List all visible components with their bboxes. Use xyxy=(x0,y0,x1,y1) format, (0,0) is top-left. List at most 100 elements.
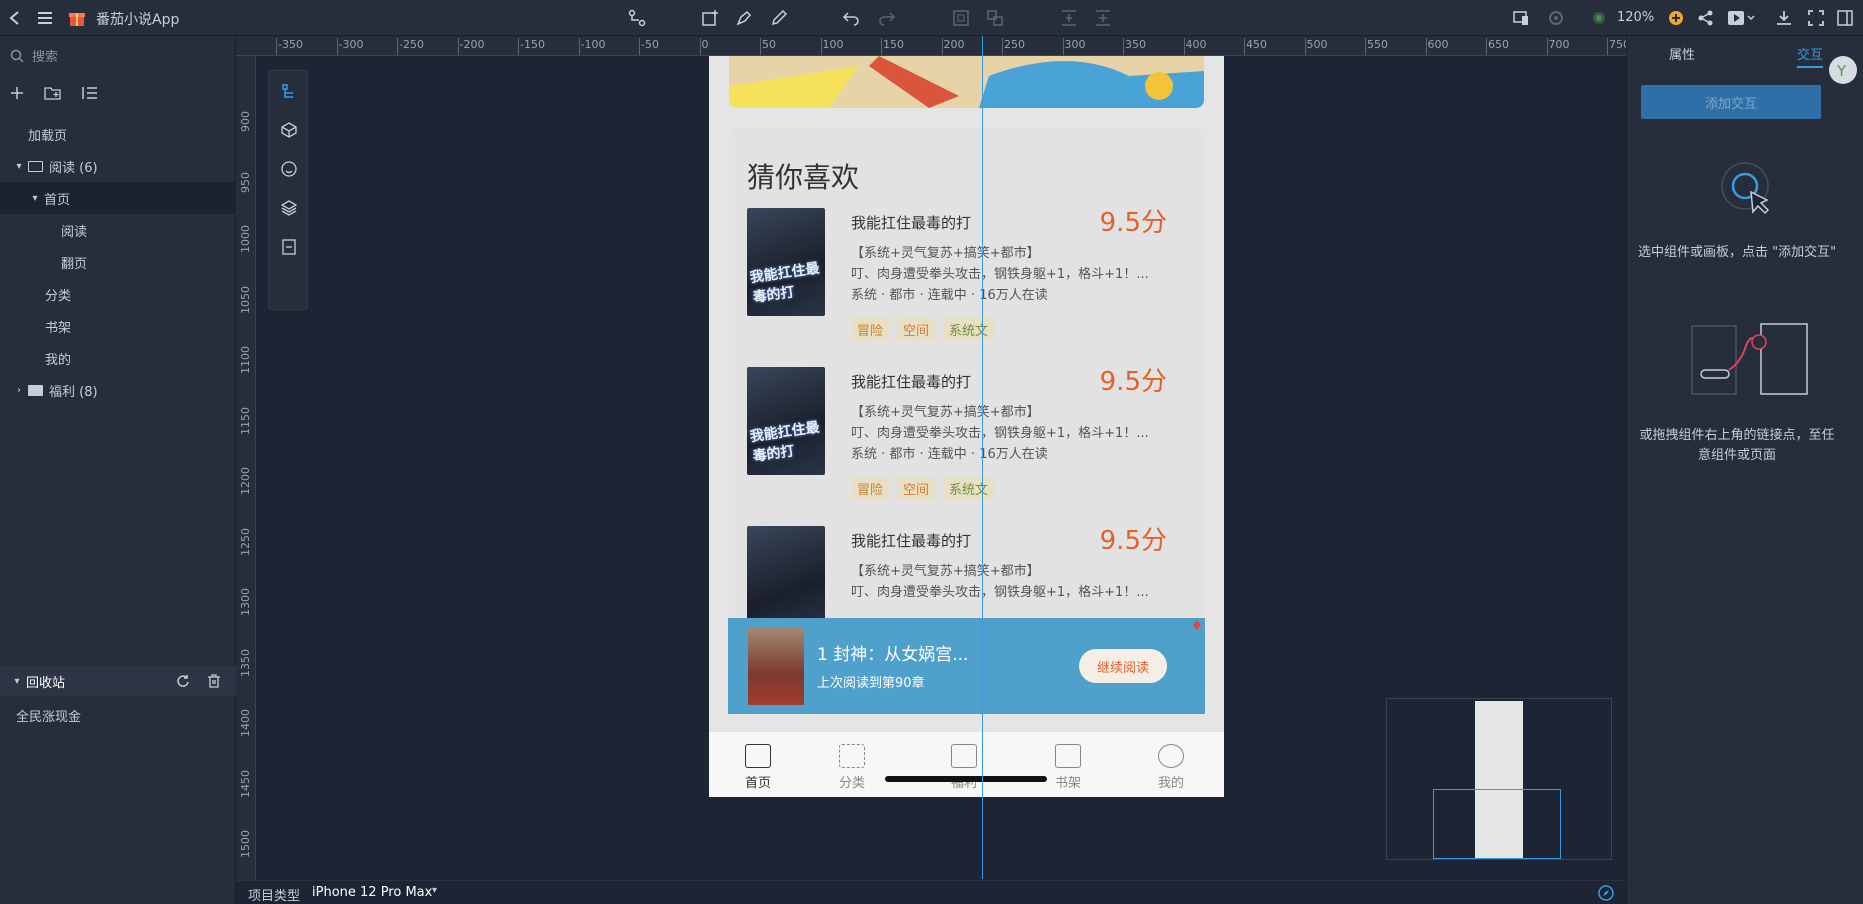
project-type-label: 项目类型 xyxy=(248,889,301,904)
menu-icon[interactable] xyxy=(36,7,54,29)
recycle-bin-header[interactable]: ▾ 回收站 xyxy=(0,666,236,696)
book-icon xyxy=(1055,744,1081,768)
search-icon xyxy=(10,49,24,63)
chevron-down-icon[interactable]: ▾ xyxy=(12,676,22,687)
tree-folder-welfare[interactable]: › 福利 (8) xyxy=(0,374,236,406)
trash-icon[interactable] xyxy=(207,674,221,688)
guide-line[interactable] xyxy=(982,36,983,879)
pencil-icon[interactable] xyxy=(770,7,788,29)
outline-icon[interactable] xyxy=(281,83,297,99)
tab-home[interactable]: 首页 xyxy=(728,744,788,791)
zoom-level[interactable]: 120% xyxy=(1617,10,1654,25)
ruler-tick: -350 xyxy=(276,38,303,55)
tag: 空间 xyxy=(897,477,936,500)
assistant-avatar-icon[interactable]: Y xyxy=(1827,54,1859,86)
search-box[interactable]: 搜索 xyxy=(10,46,58,65)
chevron-down-icon[interactable]: ▾ xyxy=(432,885,437,896)
distribute-horizontal-icon[interactable] xyxy=(1094,7,1112,29)
continue-reading-button[interactable]: 继续阅读 xyxy=(1079,649,1167,683)
connect-icon[interactable] xyxy=(628,7,646,29)
ruler-tick: 600 xyxy=(1425,38,1449,55)
tree-item-category[interactable]: 分类 xyxy=(0,278,236,310)
ruler-tick: -150 xyxy=(518,38,545,55)
tab-category[interactable]: 分类 xyxy=(822,744,882,791)
tab-label: 书架 xyxy=(1054,776,1081,791)
tree-item-home[interactable]: ▾ 首页 xyxy=(0,182,236,214)
tab-mine[interactable]: 我的 xyxy=(1141,744,1201,791)
continue-reading-bar[interactable]: 1 封神：从女娲宫... 上次阅读到第90章 继续阅读 xyxy=(728,618,1205,714)
chevron-right-icon[interactable]: › xyxy=(14,385,24,396)
ruler-tick: 750 xyxy=(1607,38,1626,55)
compass-icon[interactable] xyxy=(1598,885,1614,901)
distribute-vertical-icon[interactable] xyxy=(1060,7,1078,29)
phone-artboard[interactable]: 猜你喜欢 我能扛住最毒的打 我能扛住最毒的打 9.5分 【系统+灵气复苏+搞笑+… xyxy=(709,56,1224,797)
recycle-title: 回收站 xyxy=(26,675,66,691)
tree-item-flip[interactable]: 翻页 xyxy=(0,246,236,278)
chevron-down-icon[interactable]: ▾ xyxy=(14,161,24,172)
book-item[interactable]: 我能扛住最毒的打 我能扛住最毒的打 9.5分 【系统+灵气复苏+搞笑+都市】 叮… xyxy=(747,367,1187,507)
download-icon[interactable] xyxy=(1775,7,1793,29)
page-icon[interactable] xyxy=(281,239,297,255)
ruler-tick: 500 xyxy=(1304,38,1328,55)
panel-toggle-icon[interactable] xyxy=(1836,7,1854,29)
top-toolbar: 番茄小说App 120% xyxy=(0,0,1863,36)
canvas-tool-panel xyxy=(268,70,308,310)
tree-label: 福利 (8) xyxy=(49,384,98,400)
ruler-tick: 1150 xyxy=(239,406,252,435)
undo-icon[interactable] xyxy=(842,7,860,29)
ruler-tick: 1450 xyxy=(239,769,252,798)
book-title: 我能扛住最毒的打 xyxy=(851,532,972,550)
add-icon[interactable] xyxy=(10,86,24,100)
add-folder-icon[interactable] xyxy=(44,86,62,100)
emoji-icon[interactable] xyxy=(281,161,297,177)
tab-interaction[interactable]: 交互 xyxy=(1797,44,1823,63)
ruler-tick: 1200 xyxy=(239,467,252,495)
tag: 冒险 xyxy=(851,477,890,500)
chevron-down-icon[interactable]: ▾ xyxy=(30,193,40,204)
tree-folder-reading[interactable]: ▾ 阅读 (6) xyxy=(0,150,236,182)
sort-list-icon[interactable] xyxy=(82,86,98,100)
minimap-viewport[interactable] xyxy=(1433,789,1561,859)
ungroup-icon[interactable] xyxy=(986,7,1004,29)
back-icon[interactable] xyxy=(8,7,22,29)
preview-device-icon[interactable] xyxy=(1512,7,1530,29)
ruler-tick: -250 xyxy=(397,38,424,55)
cube-icon[interactable] xyxy=(281,122,297,138)
section-title: 猜你喜欢 xyxy=(747,161,860,194)
tab-bookshelf[interactable]: 书架 xyxy=(1038,744,1098,791)
tree-item-bookshelf[interactable]: 书架 xyxy=(0,310,236,342)
link-point-icon[interactable] xyxy=(1193,620,1201,630)
click-target-icon xyxy=(1721,162,1770,215)
tree-item-mine[interactable]: 我的 xyxy=(0,342,236,374)
play-icon[interactable] xyxy=(1727,7,1755,29)
tab-welfare[interactable]: 福利 xyxy=(934,744,994,791)
banner-image[interactable] xyxy=(729,56,1204,108)
settings-icon[interactable] xyxy=(1547,7,1565,29)
book-item[interactable]: 我能扛住最毒的打 我能扛住最毒的打 9.5分 【系统+灵气复苏+搞笑+都市】 叮… xyxy=(747,208,1187,348)
tree-label: 我的 xyxy=(45,352,72,368)
device-select[interactable]: iPhone 12 Pro Max xyxy=(312,885,432,900)
add-interaction-button[interactable]: 添加交互 xyxy=(1641,85,1821,119)
minimap[interactable] xyxy=(1386,698,1612,860)
fullscreen-icon[interactable] xyxy=(1807,7,1825,29)
tree-item-read[interactable]: 阅读 xyxy=(0,214,236,246)
ruler-tick: 200 xyxy=(941,38,965,55)
tree-item-loading[interactable]: 加载页 xyxy=(0,118,236,150)
pen-icon[interactable] xyxy=(735,7,753,29)
ruler-tick: 250 xyxy=(1002,38,1025,55)
continue-book-cover xyxy=(748,627,804,705)
status-bar: 项目类型 iPhone 12 Pro Max ▾ xyxy=(236,880,1626,904)
group-icon[interactable] xyxy=(952,7,970,29)
layers-icon[interactable] xyxy=(281,200,297,216)
redo-icon[interactable] xyxy=(878,7,896,29)
ruler-tick: 1400 xyxy=(239,709,252,737)
ruler-tick: -300 xyxy=(336,38,364,55)
tab-properties[interactable]: 属性 xyxy=(1669,44,1695,63)
add-page-icon[interactable] xyxy=(701,7,719,29)
zoom-in-icon[interactable] xyxy=(1668,7,1684,29)
share-icon[interactable] xyxy=(1697,7,1715,29)
continue-book-title: 1 封神：从女娲宫... xyxy=(817,645,969,665)
recycle-item[interactable]: 全民涨现金 xyxy=(16,706,81,725)
status-icon xyxy=(1591,7,1607,29)
restore-icon[interactable] xyxy=(176,674,190,688)
